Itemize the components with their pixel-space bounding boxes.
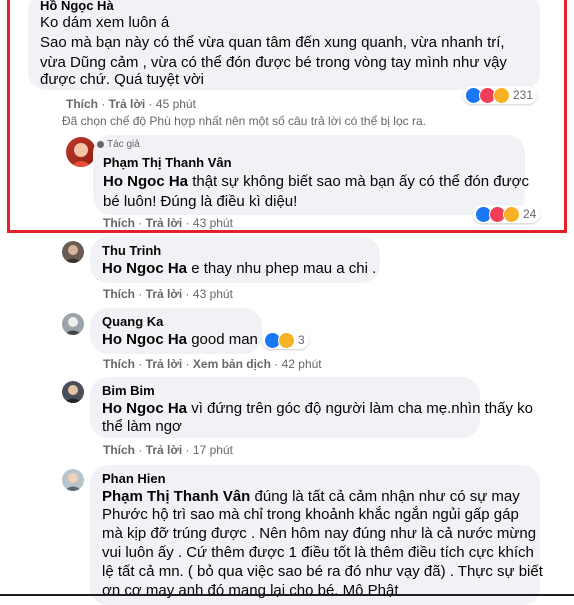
mention[interactable]: Ho Ngoc Ha <box>102 260 187 277</box>
reply-button[interactable]: Trả lời <box>109 97 146 111</box>
comment-text: e thay nhu phep mau a chi . <box>191 260 377 277</box>
comment-actions: Thích · Trả lời · 17 phút <box>103 443 233 457</box>
author-badge: Tác giả <box>97 139 140 150</box>
divider <box>0 594 574 596</box>
like-button[interactable]: Thích <box>103 287 135 301</box>
avatar[interactable] <box>62 313 84 335</box>
comment-author[interactable]: Hồ Ngọc Hà <box>40 0 114 14</box>
comment-text-line: mà kịp đỡ trúng được . Nên hôm nay đúng … <box>102 525 537 542</box>
avatar[interactable] <box>62 241 84 263</box>
comment-text-line: lệ tất cả mn. ( bỏ qua việc sao bé ra đó… <box>102 563 543 580</box>
sad-reaction-icon <box>278 331 295 349</box>
comment-author[interactable]: Thu Trinh <box>102 243 161 259</box>
comment-text-line: Phước hộ trì sao mà chỉ trong khoảnh khắ… <box>102 506 519 523</box>
author-badge-label: Tác giả <box>107 139 140 150</box>
comment-bubble: Phan Hien Phạm Thị Thanh Vân đúng là tất… <box>90 465 543 605</box>
comment-bubble: Quang Ka Ho Ngoc Ha good man <box>90 308 262 354</box>
comment-actions: Thích · Trả lời · 43 phút <box>103 216 233 230</box>
mention[interactable]: Ho Ngoc Ha <box>102 331 187 348</box>
comment-time[interactable]: 42 phút <box>282 357 322 371</box>
comment-text-line: vừa Dũng cảm , vừa có thể đón được bé tr… <box>40 54 507 71</box>
comment-text: thật sự không biết sao mà bạn ấy có thể … <box>192 173 529 190</box>
comment-text-line: bé luôn! Đúng là điều kì diệu! <box>103 193 298 210</box>
reaction-count: 3 <box>298 333 305 347</box>
like-button[interactable]: Thích <box>103 443 135 457</box>
reply-button[interactable]: Trả lời <box>146 443 183 457</box>
comment-actions: Thích · Trả lời · 43 phút <box>103 287 233 301</box>
comment-author[interactable]: Quang Ka <box>102 314 163 330</box>
comment-text-line: thể làm ngơ <box>102 418 182 435</box>
comment-text-line: Ho Ngoc Ha vì đứng trên góc độ người làm… <box>102 399 533 419</box>
comment-author[interactable]: Phan Hien <box>102 471 166 487</box>
reaction-count: 231 <box>513 88 534 102</box>
wow-reaction-icon <box>503 205 520 223</box>
comment-time[interactable]: 45 phút <box>156 97 196 111</box>
like-button[interactable]: Thích <box>103 216 135 230</box>
avatar[interactable] <box>62 381 84 403</box>
mention[interactable]: Phạm Thị Thanh Vân <box>102 488 250 505</box>
comment-text-line: vui luôn ấy . Cứ thêm được 1 điều tốt là… <box>102 544 534 561</box>
comment-text-line: Ho Ngoc Ha thật sự không biết sao mà bạn… <box>103 172 529 192</box>
comment-text-line: ơn cơ may anh đó mang lại cho bé. Mô Phậ… <box>102 582 399 599</box>
reply-button[interactable]: Trả lời <box>146 216 183 230</box>
comment-text-line: Phạm Thị Thanh Vân đúng là tất cả cảm nh… <box>102 487 520 507</box>
reaction-summary[interactable]: 3 <box>262 331 309 349</box>
like-button[interactable]: Thích <box>66 97 98 111</box>
reaction-summary[interactable]: 231 <box>463 86 538 104</box>
comment-text-line: Ho Ngoc Ha e thay nhu phep mau a chi . <box>102 259 376 279</box>
comment-text-line: được chứ. Quá tuyệt vời <box>40 71 204 88</box>
comment-text-line: Ko dám xem luôn á <box>40 14 170 31</box>
wow-reaction-icon <box>493 86 510 104</box>
reply-button[interactable]: Trả lời <box>146 357 183 371</box>
translate-button[interactable]: Xem bản dịch <box>193 357 271 371</box>
comment-time[interactable]: 43 phút <box>193 216 233 230</box>
comment-actions: Thích · Trả lời · 45 phút <box>66 97 196 111</box>
like-button[interactable]: Thích <box>103 357 135 371</box>
reaction-count: 24 <box>523 207 537 221</box>
comment-bubble: Thu Trinh Ho Ngoc Ha e thay nhu phep mau… <box>90 237 380 283</box>
comment-author[interactable]: Bim Bim <box>102 383 155 399</box>
comment-author[interactable]: Phạm Thị Thanh Vân <box>103 155 232 171</box>
comment-text: đúng là tất cả cảm nhận như có sự may <box>254 488 520 505</box>
comment-text-line: Sao mà bạn này có thể vừa quan tâm đến x… <box>40 34 505 51</box>
comment-bubble: Bim Bim Ho Ngoc Ha vì đứng trên góc độ n… <box>90 377 533 438</box>
comment-text: good man <box>191 331 258 348</box>
pen-icon <box>97 141 104 148</box>
comment-bubble: Hồ Ngọc Hà Ko dám xem luôn á Sao mà bạn … <box>28 0 540 90</box>
comment-text: vì đứng trên góc độ người làm cha mẹ.nhì… <box>191 400 533 417</box>
comment-actions: Thích · Trả lời · Xem bản dịch · 42 phút <box>103 357 322 371</box>
comment-text-line: Ho Ngoc Ha good man <box>102 330 258 350</box>
comment-time[interactable]: 43 phút <box>193 287 233 301</box>
avatar[interactable] <box>66 137 96 167</box>
comment-time[interactable]: 17 phút <box>193 443 233 457</box>
comment-bubble: Tác giả Phạm Thị Thanh Vân Ho Ngoc Ha th… <box>93 135 529 215</box>
mention[interactable]: Ho Ngoc Ha <box>103 173 188 190</box>
reaction-summary[interactable]: 24 <box>473 205 541 223</box>
mention[interactable]: Ho Ngoc Ha <box>102 400 187 417</box>
filter-notice: Đã chọn chế độ Phù hợp nhất nên một số c… <box>62 114 426 128</box>
avatar[interactable] <box>62 469 84 491</box>
reply-button[interactable]: Trả lời <box>146 287 183 301</box>
